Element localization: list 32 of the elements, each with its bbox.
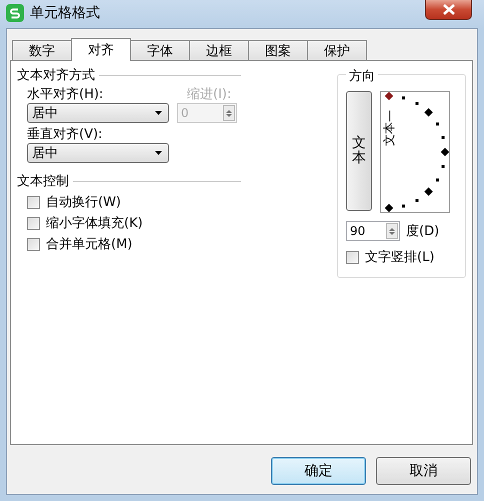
dialog-button[interactable]: 取消 [376,457,471,485]
field-label: 度(D) [406,223,440,240]
degree-spin-field[interactable]: 90 [346,221,400,241]
field-label: 垂直对齐(V): [27,126,104,143]
close-button[interactable] [425,0,472,20]
rotated-sample-text: 文本— [382,110,396,146]
tab[interactable]: 图案 [248,40,308,60]
tab[interactable]: 边框 [189,40,249,60]
tab[interactable]: 保护 [307,40,367,60]
field-label: 水平对齐(H): [27,86,104,103]
close-icon [442,4,454,15]
tab[interactable]: 数字 [12,40,72,60]
checkbox-option[interactable]: 合并单元格(M) [27,236,242,252]
dropdown[interactable]: 居中 [27,143,169,163]
checkbox-option[interactable]: 文字竖排(L) [346,249,465,265]
dropdown-arrow-icon [155,151,162,155]
window-title: 单元格格式 [30,4,100,22]
section-heading: 文本控制 [17,173,69,190]
group-heading: 方向 [346,67,378,85]
checkbox-option[interactable]: 缩小字体填充(K) [27,215,242,231]
dropdown-arrow-icon [155,111,162,115]
checkbox-option[interactable]: 自动换行(W) [27,194,242,210]
spin-arrows-icon [223,105,235,121]
dialog-button[interactable]: 确定 [271,457,366,485]
spin-arrows-icon [386,223,398,239]
section-heading: 文本对齐方式 [17,67,95,84]
field-label: 缩进(I): [187,86,232,103]
dropdown[interactable]: 居中 [27,103,169,123]
vertical-text-button[interactable]: 文本 [346,91,372,211]
tab[interactable]: 字体 [130,40,190,60]
tab[interactable]: 对齐 [71,38,131,61]
angle-dial[interactable]: 文本— [380,91,450,213]
